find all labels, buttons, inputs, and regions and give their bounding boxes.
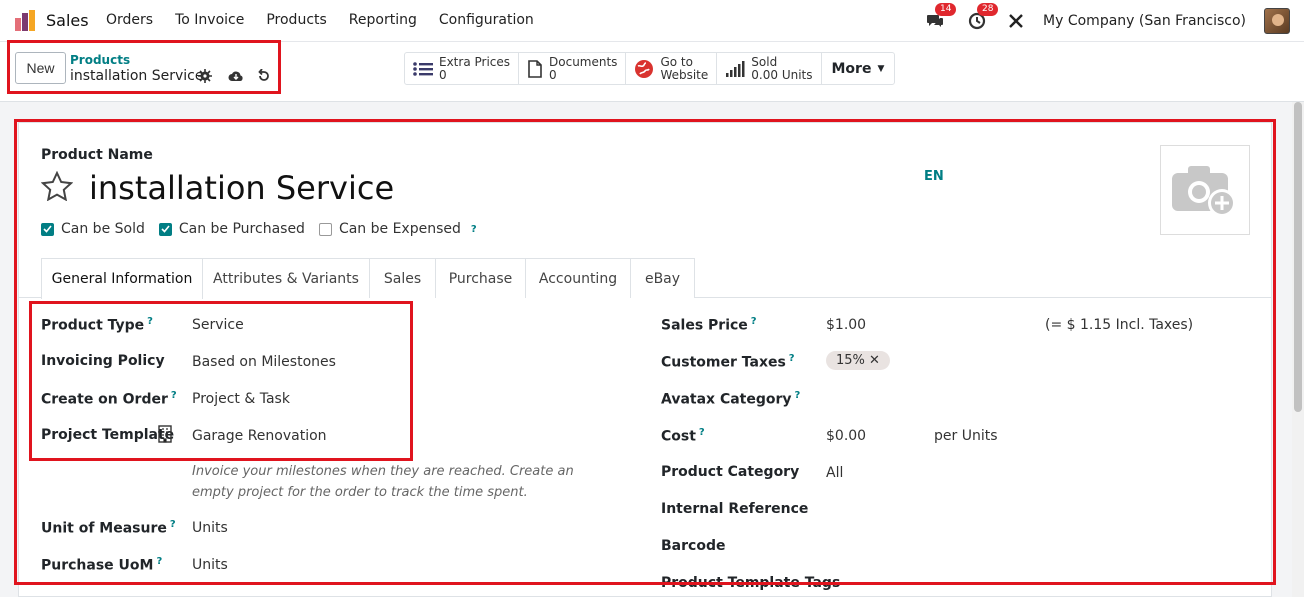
extra-prices-value: 0 (439, 67, 447, 82)
caret-down-icon: ▼ (877, 63, 885, 74)
breadcrumb-current: installation Service (70, 68, 204, 84)
activity-badge: 28 (977, 3, 999, 16)
globe-icon (635, 59, 654, 78)
sold-value: 0.00 Units (751, 67, 813, 82)
app-name[interactable]: Sales (46, 11, 89, 30)
extra-prices-button[interactable]: Extra Prices 0 (405, 53, 520, 84)
user-avatar[interactable] (1264, 8, 1290, 34)
scrollbar[interactable] (1292, 102, 1304, 597)
more-label: More (831, 60, 872, 77)
new-button[interactable]: New (15, 52, 66, 84)
smart-buttons: Extra Prices 0 Documents 0 Go to Website So… (404, 52, 896, 85)
tools-icon[interactable] (1007, 12, 1025, 30)
documents-label: Documents (549, 54, 618, 69)
document-icon (528, 59, 542, 78)
main-menu: Orders To Invoice Products Reporting Con… (106, 12, 534, 28)
list-icon (413, 61, 433, 76)
company-switcher[interactable]: My Company (San Francisco) (1043, 13, 1246, 29)
bar-chart-icon (726, 60, 745, 77)
discard-icon[interactable] (257, 69, 271, 83)
more-dropdown[interactable]: More ▼ (822, 53, 895, 84)
menu-configuration[interactable]: Configuration (439, 12, 534, 28)
cloud-save-icon[interactable] (228, 69, 244, 83)
documents-button[interactable]: Documents 0 (519, 53, 627, 84)
top-navbar: Sales Orders To Invoice Products Reporti… (0, 0, 1304, 42)
sold-label: Sold (751, 54, 778, 69)
menu-reporting[interactable]: Reporting (349, 12, 417, 28)
activity-button[interactable]: 28 (965, 3, 999, 33)
menu-products[interactable]: Products (266, 12, 326, 28)
sold-button[interactable]: Sold 0.00 Units (717, 53, 822, 84)
breadcrumb-products[interactable]: Products (70, 53, 130, 67)
discuss-button[interactable]: 14 (923, 3, 957, 33)
documents-value: 0 (549, 67, 557, 82)
sales-app-icon[interactable] (14, 10, 36, 32)
go-to-website-button[interactable]: Go to Website (626, 53, 718, 84)
go-to-label: Go to (660, 54, 693, 69)
menu-orders[interactable]: Orders (106, 12, 153, 28)
scrollbar-thumb[interactable] (1294, 102, 1302, 412)
navbar-right: 14 28 My Company (San Francisco) (923, 3, 1290, 36)
chat-badge: 14 (935, 3, 957, 16)
gear-icon[interactable] (198, 69, 212, 83)
menu-to-invoice[interactable]: To Invoice (175, 12, 244, 28)
website-label: Website (660, 67, 709, 82)
control-panel: New Products installation Service Extra … (0, 40, 1304, 102)
highlight-form (14, 119, 1276, 585)
extra-prices-label: Extra Prices (439, 54, 511, 69)
